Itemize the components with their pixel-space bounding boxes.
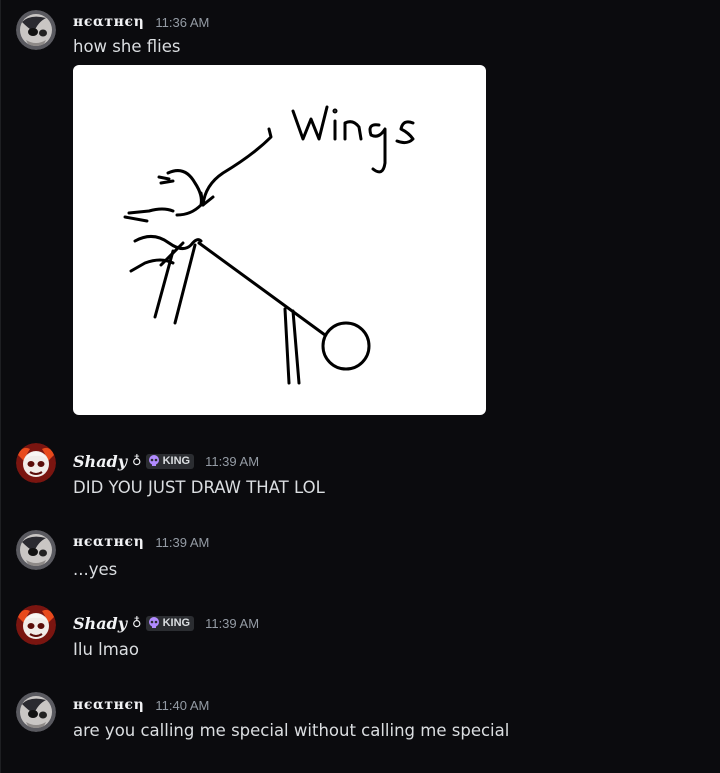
stick-figure-drawing xyxy=(123,105,415,385)
author-name[interactable]: нєαтнєη xyxy=(73,534,144,550)
gender-glyph-icon: ♁ xyxy=(132,453,142,469)
author-name[interactable]: Shady xyxy=(73,452,127,471)
gender-glyph-icon: ♁ xyxy=(132,615,142,631)
role-tag[interactable]: KING xyxy=(145,453,195,469)
skull-icon xyxy=(148,617,160,629)
timestamp[interactable]: 11:36 AM xyxy=(155,15,209,30)
message-header: нєαтнєη 11:39 AM xyxy=(73,531,209,553)
message-header: нєαтнєη 11:40 AM xyxy=(73,694,209,716)
left-edge-divider xyxy=(0,0,1,773)
skull-icon xyxy=(148,455,160,467)
avatar[interactable] xyxy=(16,605,56,645)
message-text: how she flies xyxy=(73,37,181,56)
author-name[interactable]: нєαтнєη xyxy=(73,697,144,713)
message-text: DID YOU JUST DRAW THAT LOL xyxy=(73,478,325,497)
timestamp[interactable]: 11:39 AM xyxy=(205,454,259,469)
message-text: are you calling me special without calli… xyxy=(73,721,510,740)
author-name[interactable]: Shady xyxy=(73,614,127,633)
avatar[interactable] xyxy=(16,10,56,50)
image-attachment[interactable] xyxy=(73,65,486,415)
role-label: KING xyxy=(162,617,191,629)
message-text: Ilu lmao xyxy=(73,640,140,659)
role-label: KING xyxy=(162,455,191,467)
timestamp[interactable]: 11:39 AM xyxy=(205,616,259,631)
timestamp[interactable]: 11:40 AM xyxy=(155,698,209,713)
role-tag[interactable]: KING xyxy=(145,615,195,631)
message-text: ...yes xyxy=(73,560,118,579)
message-header: Shady ♁ KING 11:39 AM xyxy=(73,450,259,472)
avatar[interactable] xyxy=(16,692,56,732)
avatar[interactable] xyxy=(16,443,56,483)
message-header: нєαтнєη 11:36 AM xyxy=(73,11,209,33)
timestamp[interactable]: 11:39 AM xyxy=(155,535,209,550)
avatar[interactable] xyxy=(16,530,56,570)
author-name[interactable]: нєαтнєη xyxy=(73,14,144,30)
message-header: Shady ♁ KING 11:39 AM xyxy=(73,612,259,634)
